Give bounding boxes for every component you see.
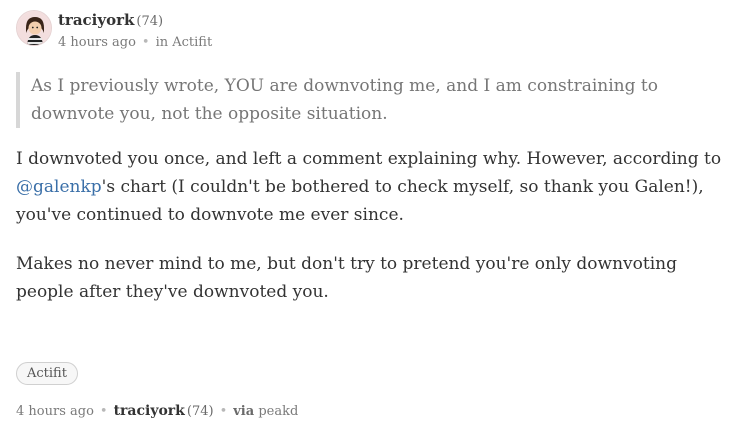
community-link[interactable]: Actifit [172, 35, 212, 50]
comment-card: traciyork (74) 4 hours ago • in Actifit As … [0, 0, 754, 429]
tag-actifit[interactable]: Actifit [16, 362, 78, 385]
post-meta: 4 hours ago • in Actifit [58, 35, 212, 51]
app-name[interactable]: peakd [258, 404, 298, 419]
via-label: via [233, 404, 255, 419]
author-reputation: (74) [136, 14, 164, 29]
paragraph-1-start: I downvoted you once, and left a comment… [16, 149, 722, 169]
author-meta: traciyork (74) 4 hours ago • in Actifit [58, 10, 212, 51]
paragraph-1-end: 's chart (I couldn't be bothered to chec… [16, 177, 704, 225]
author-name[interactable]: traciyork [58, 11, 134, 29]
separator-dot: • [99, 404, 108, 419]
body-paragraph-1: I downvoted you once, and left a comment… [16, 145, 736, 229]
body-paragraph-2: Makes no never mind to me, but don't try… [16, 254, 677, 302]
author-header: traciyork (74) 4 hours ago • in Actifit [16, 10, 212, 51]
quote-body: As I previously wrote, YOU are downvotin… [31, 76, 658, 124]
quoted-text: As I previously wrote, YOU are downvotin… [16, 72, 736, 128]
community-prefix: in [155, 35, 169, 50]
avatar[interactable] [16, 10, 52, 46]
separator-dot: • [141, 35, 150, 50]
post-footer: 4 hours ago • traciyork (74) • via peakd [16, 403, 298, 420]
footer-author-reputation: (74) [186, 404, 214, 419]
footer-time[interactable]: 4 hours ago [16, 404, 94, 419]
post-time[interactable]: 4 hours ago [58, 35, 136, 50]
user-mention-link[interactable]: @galenkp [16, 177, 102, 197]
separator-dot: • [219, 404, 228, 419]
author-line: traciyork (74) [58, 11, 212, 31]
footer-author-name[interactable]: traciyork [114, 403, 185, 419]
avatar-illustration-icon [17, 11, 51, 45]
